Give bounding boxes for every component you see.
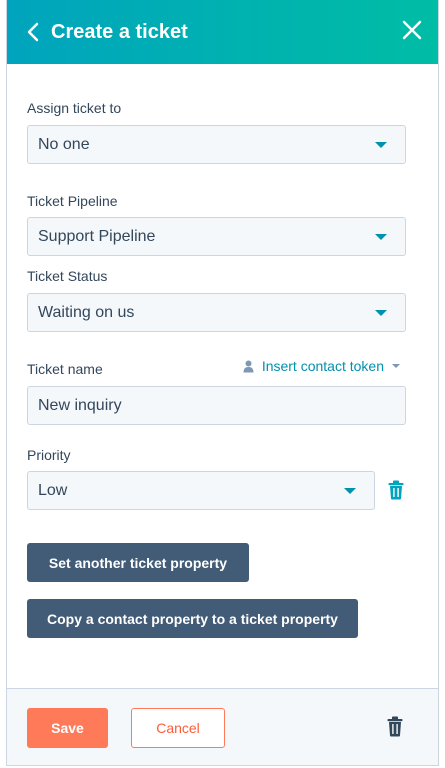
panel-footer: Save Cancel — [7, 688, 438, 765]
priority-label: Priority — [27, 447, 71, 463]
caret-down-icon — [392, 364, 400, 368]
trash-icon — [388, 480, 404, 500]
pipeline-select[interactable]: Support Pipeline — [27, 217, 406, 256]
assign-label: Assign ticket to — [27, 100, 122, 116]
status-select[interactable]: Waiting on us — [27, 293, 406, 332]
caret-down-icon — [344, 488, 356, 494]
remove-priority-button[interactable] — [388, 480, 404, 500]
caret-down-icon — [375, 234, 387, 240]
panel-header: Create a ticket — [7, 0, 438, 64]
assign-select[interactable]: No one — [27, 125, 406, 164]
status-label: Ticket Status — [27, 268, 108, 284]
ticket-name-value: New inquiry — [38, 396, 122, 414]
cancel-button[interactable]: Cancel — [131, 708, 225, 748]
close-button[interactable] — [400, 18, 424, 42]
copy-contact-property-button[interactable]: Copy a contact property to a ticket prop… — [27, 599, 358, 638]
pipeline-value: Support Pipeline — [38, 227, 156, 245]
priority-select[interactable]: Low — [27, 471, 375, 510]
insert-contact-token-label: Insert contact token — [261, 358, 384, 374]
set-another-property-button[interactable]: Set another ticket property — [27, 543, 249, 582]
delete-action-button[interactable] — [387, 716, 403, 737]
trash-icon — [387, 716, 403, 737]
priority-value: Low — [38, 481, 68, 499]
save-button[interactable]: Save — [27, 708, 108, 748]
panel-title: Create a ticket — [51, 20, 188, 43]
assign-value: No one — [38, 135, 90, 153]
insert-contact-token-link[interactable]: Insert contact token — [243, 358, 400, 374]
status-value: Waiting on us — [38, 303, 135, 321]
create-ticket-panel: Create a ticket Assign ticket to No one … — [6, 0, 439, 766]
close-icon — [402, 20, 422, 40]
ticket-name-label: Ticket name — [27, 361, 103, 377]
pipeline-label: Ticket Pipeline — [27, 193, 118, 209]
chevron-left-icon — [27, 22, 39, 42]
person-icon — [243, 360, 254, 372]
back-button[interactable] — [27, 20, 45, 44]
caret-down-icon — [375, 142, 387, 148]
caret-down-icon — [375, 310, 387, 316]
ticket-name-input[interactable]: New inquiry — [27, 386, 406, 425]
